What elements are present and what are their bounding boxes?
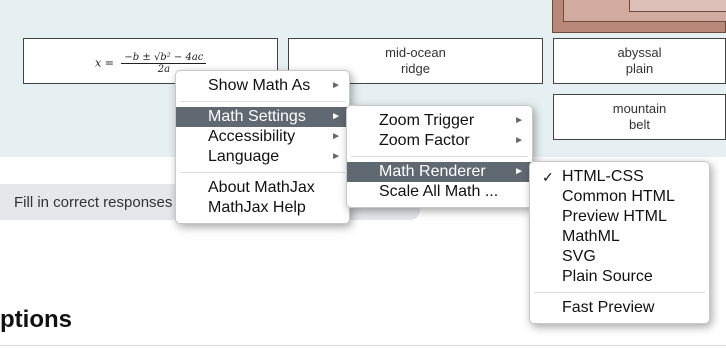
box-label-line: mountain [612, 101, 667, 116]
menu-item-language[interactable]: Language ► [176, 147, 349, 167]
menu-item-about-mathjax[interactable]: About MathJax [176, 178, 349, 198]
submenu-arrow-icon: ► [331, 131, 341, 142]
menu-item-label: MathJax Help [208, 199, 306, 216]
formula-numerator: −b ± √b² − 4ac [121, 52, 207, 64]
menu-item-label: MathML [562, 228, 620, 245]
submenu-arrow-icon: ► [514, 115, 524, 126]
menu-item-label: Math Settings [208, 108, 306, 125]
menu-separator [351, 156, 528, 157]
formula-lhs: x = [95, 56, 114, 70]
menu-item-label: Zoom Factor [379, 132, 470, 149]
submenu-arrow-icon: ► [331, 80, 341, 91]
drop-zone-abyssal-plain[interactable]: abyssal plain [553, 38, 726, 84]
menu-item-label: Math Renderer [379, 163, 486, 180]
menu-item-label: About MathJax [208, 179, 315, 196]
menu-item-mathjax-help[interactable]: MathJax Help [176, 198, 349, 218]
menu-item-mathml[interactable]: MathML [530, 227, 709, 247]
diagram-image [552, 0, 726, 33]
menu-separator [534, 292, 705, 293]
box-label-line: belt [629, 117, 650, 132]
menu-item-label: Common HTML [562, 188, 675, 205]
section-heading: ptions [0, 306, 72, 333]
submenu-arrow-icon: ► [331, 151, 341, 162]
menu-item-html-css[interactable]: ✓ HTML-CSS [530, 167, 709, 187]
box-label-line: abyssal [617, 45, 662, 60]
math-settings-submenu: Zoom Trigger ► Zoom Factor ► Math Render… [346, 105, 533, 208]
menu-item-label: Preview HTML [562, 208, 667, 225]
menu-item-label: HTML-CSS [562, 168, 644, 185]
submenu-arrow-icon: ► [514, 135, 524, 146]
menu-item-label: Fast Preview [562, 299, 655, 316]
box-label-line: mid-ocean [385, 45, 446, 60]
menu-item-accessibility[interactable]: Accessibility ► [176, 127, 349, 147]
math-renderer-submenu: ✓ HTML-CSS Common HTML Preview HTML Math… [529, 161, 710, 324]
diagram-layer [629, 0, 726, 12]
menu-item-zoom-factor[interactable]: Zoom Factor ► [347, 131, 532, 151]
menu-item-label: Language [208, 148, 280, 165]
menu-separator [180, 172, 345, 173]
divider [0, 345, 726, 346]
submenu-arrow-icon: ► [514, 166, 524, 177]
mathjax-context-menu: Show Math As ► Math Settings ► Accessibi… [175, 70, 350, 224]
menu-item-math-renderer[interactable]: Math Renderer ► [347, 162, 532, 182]
menu-separator [180, 101, 345, 102]
menu-item-preview-html[interactable]: Preview HTML [530, 207, 709, 227]
submenu-arrow-icon: ► [331, 111, 341, 122]
menu-item-plain-source[interactable]: Plain Source [530, 267, 709, 287]
menu-item-label: Zoom Trigger [379, 112, 475, 129]
menu-item-common-html[interactable]: Common HTML [530, 187, 709, 207]
box-label-line: plain [625, 61, 654, 76]
menu-item-svg[interactable]: SVG [530, 247, 709, 267]
fill-responses-label: Fill in correct responses [14, 193, 173, 211]
menu-item-label: Accessibility [208, 128, 296, 145]
drop-zone-mountain-belt[interactable]: mountain belt [553, 94, 726, 140]
menu-item-zoom-trigger[interactable]: Zoom Trigger ► [347, 111, 532, 131]
menu-item-label: SVG [562, 248, 596, 265]
menu-item-fast-preview[interactable]: Fast Preview [530, 298, 709, 318]
menu-item-show-math-as[interactable]: Show Math As ► [176, 76, 349, 96]
checkmark-icon: ✓ [542, 169, 554, 185]
menu-item-label: Show Math As [208, 77, 311, 94]
menu-item-label: Scale All Math ... [379, 183, 499, 200]
menu-item-math-settings[interactable]: Math Settings ► [176, 107, 349, 127]
menu-item-scale-all-math[interactable]: Scale All Math ... [347, 182, 532, 202]
menu-item-label: Plain Source [562, 268, 653, 285]
